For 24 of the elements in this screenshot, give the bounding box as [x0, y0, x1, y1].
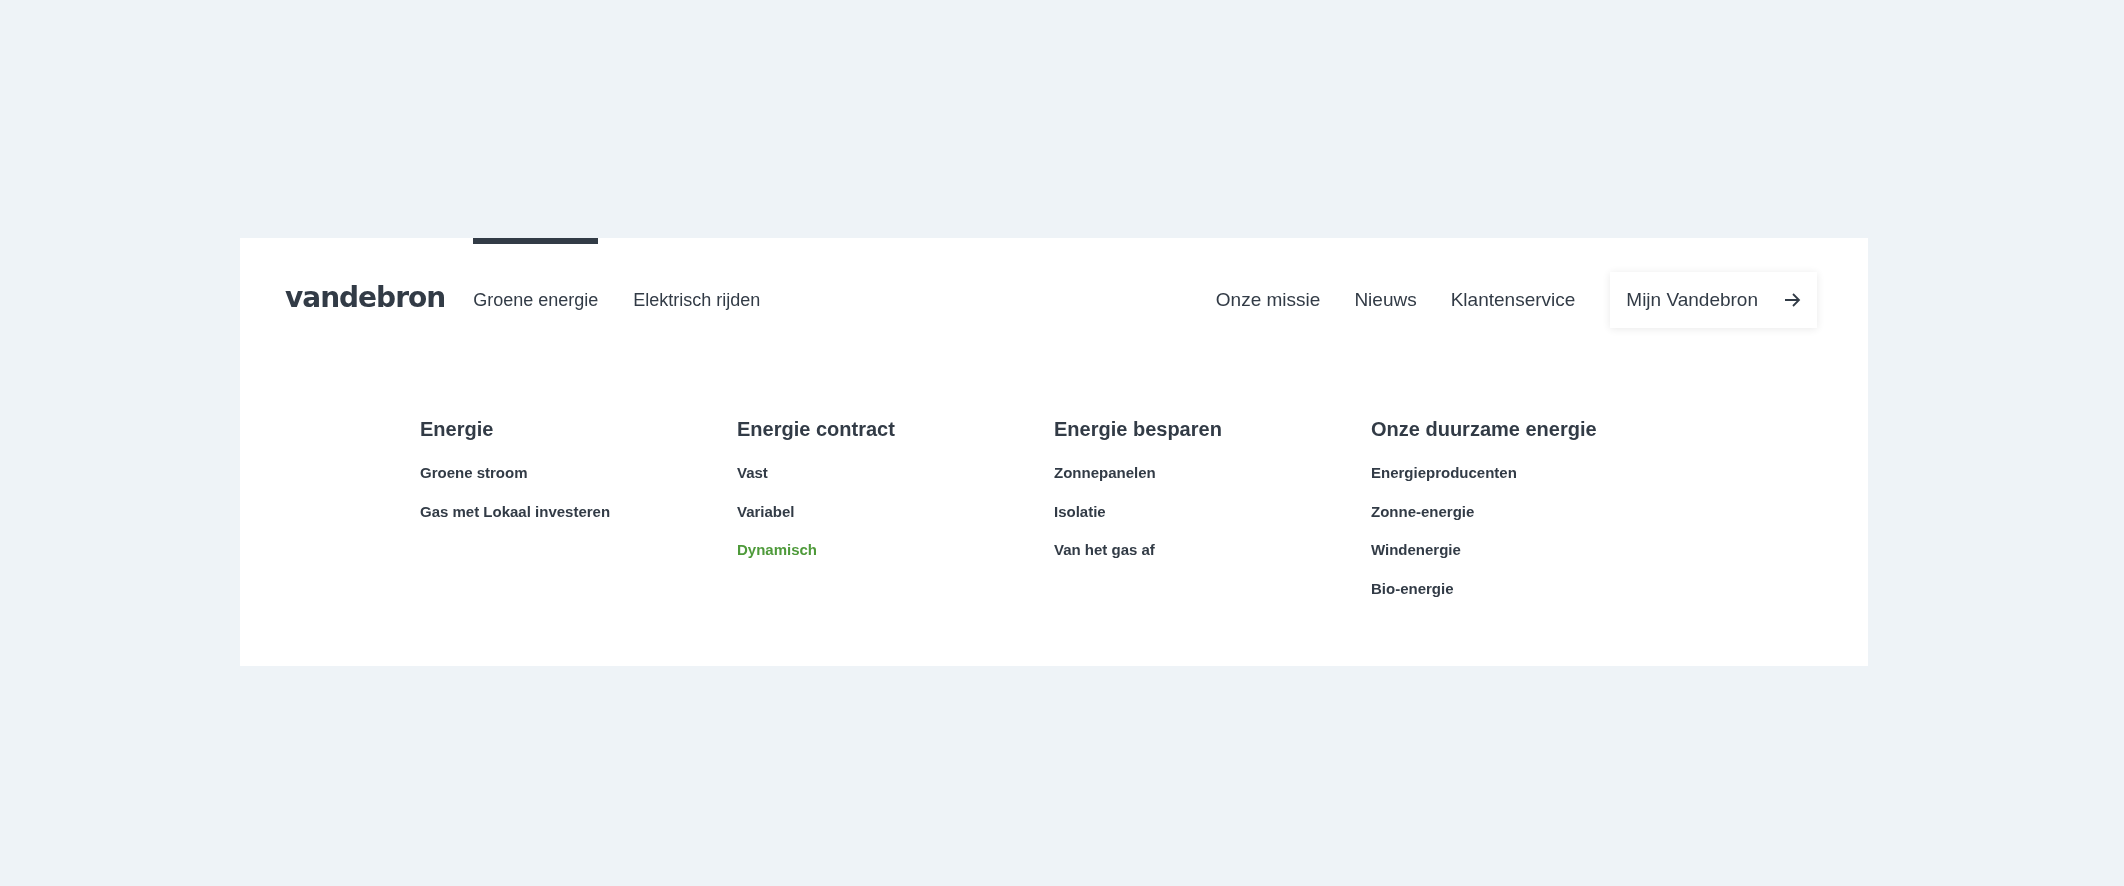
menu-link[interactable]: Variabel	[737, 501, 795, 522]
menu-link[interactable]: Dynamisch	[737, 540, 818, 560]
menu-link[interactable]: Vast	[737, 463, 768, 483]
menu-link[interactable]: Zonnepanelen	[1054, 463, 1156, 483]
menu-heading: Energie besparen	[1054, 417, 1222, 442]
arrow-right-icon	[1784, 293, 1801, 307]
menu-link[interactable]: Windenergie	[1371, 540, 1461, 560]
menu-link[interactable]: Groene stroom	[420, 463, 528, 483]
menu-link[interactable]: Zonne-energie	[1371, 501, 1475, 522]
nav-tab[interactable]: Groene energie	[473, 238, 599, 362]
menu-link[interactable]: Energieproducenten	[1371, 463, 1517, 483]
nav-link[interactable]: Onze missie	[1215, 238, 1321, 362]
menu-heading: Energie	[420, 417, 494, 442]
menu-heading: Onze duurzame energie	[1371, 417, 1597, 442]
nav-link[interactable]: Klantenservice	[1450, 238, 1576, 362]
menu-heading: Energie contract	[737, 417, 895, 442]
nav-link[interactable]: Nieuws	[1354, 238, 1417, 362]
menu-link[interactable]: Isolatie	[1054, 501, 1106, 522]
menu-link[interactable]: Bio-energie	[1371, 578, 1454, 599]
menu-link[interactable]: Gas met Lokaal investeren	[420, 501, 611, 522]
menu-link[interactable]: Van het gas af	[1054, 540, 1155, 560]
nav-tab[interactable]: Elektrisch rijden	[633, 238, 761, 362]
brand-logo[interactable]: vandebron	[285, 280, 446, 314]
account-button[interactable]: Mijn Vandebron	[1610, 272, 1817, 328]
